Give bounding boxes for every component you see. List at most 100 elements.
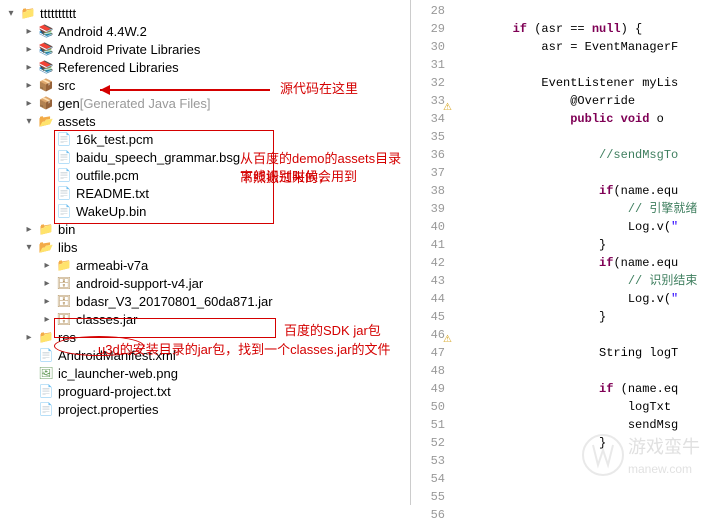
code-line[interactable]: if(name.equ xyxy=(451,254,708,272)
warning-icon: ⚠ xyxy=(443,102,452,113)
folder-open-icon: 📂 xyxy=(38,239,54,255)
tree-label: src xyxy=(58,78,75,93)
tree-label: baidu_speech_grammar.bsg xyxy=(76,150,240,165)
code-line[interactable] xyxy=(451,452,708,470)
tree-item[interactable]: ▸📚Referenced Libraries xyxy=(0,58,410,76)
folder-icon: 📁 xyxy=(56,257,72,273)
code-line[interactable]: } xyxy=(451,308,708,326)
code-line[interactable]: EventListener myLis xyxy=(451,74,708,92)
expand-icon xyxy=(22,384,36,398)
code-line[interactable] xyxy=(451,164,708,182)
jar-icon: 🗄 xyxy=(56,311,72,327)
tree-label: proguard-project.txt xyxy=(58,384,171,399)
code-line[interactable] xyxy=(451,326,708,344)
tree-item[interactable]: 📄16k_test.pcm xyxy=(0,130,410,148)
code-line[interactable] xyxy=(451,56,708,74)
expand-icon[interactable]: ▸ xyxy=(22,96,36,110)
file-icon: 📄 xyxy=(38,383,54,399)
expand-icon[interactable]: ▾ xyxy=(22,240,36,254)
code-body[interactable]: if (asr == null) { asr = EventManagerF E… xyxy=(451,0,708,505)
code-line[interactable]: } xyxy=(451,236,708,254)
tree-item[interactable]: 📄outfile.pcm xyxy=(0,166,410,184)
code-line[interactable]: if (name.eq xyxy=(451,380,708,398)
tree-item[interactable]: 📄project.properties xyxy=(0,400,410,418)
code-line[interactable]: Log.v(" xyxy=(451,290,708,308)
tree-label: gen xyxy=(58,96,80,111)
file-icon: 📄 xyxy=(56,149,72,165)
code-line[interactable]: if (asr == null) { xyxy=(451,20,708,38)
tree-item[interactable]: ▾📂libs xyxy=(0,238,410,256)
code-line[interactable]: } xyxy=(451,434,708,452)
tree-item[interactable]: 📄README.txt xyxy=(0,184,410,202)
expand-icon[interactable]: ▸ xyxy=(22,24,36,38)
code-line[interactable] xyxy=(451,128,708,146)
pkg-icon: 📦 xyxy=(38,77,54,93)
code-line[interactable] xyxy=(451,2,708,20)
tree-item[interactable]: ▸🗄android-support-v4.jar xyxy=(0,274,410,292)
tree-item[interactable]: ▸📚Android Private Libraries xyxy=(0,40,410,58)
tree-item[interactable]: ▸📁res xyxy=(0,328,410,346)
code-line[interactable]: @Override xyxy=(451,92,708,110)
tree-label: Android 4.4W.2 xyxy=(58,24,147,39)
expand-icon[interactable]: ▸ xyxy=(22,42,36,56)
tree-label: WakeUp.bin xyxy=(76,204,146,219)
code-line[interactable] xyxy=(451,470,708,488)
code-line[interactable]: // 识别结束 xyxy=(451,272,708,290)
code-line[interactable]: Log.v(" xyxy=(451,218,708,236)
tree-item[interactable]: ▸📚Android 4.4W.2 xyxy=(0,22,410,40)
code-line[interactable]: //sendMsgTo xyxy=(451,146,708,164)
project-icon: 📁 xyxy=(20,5,36,21)
tree-label: tttttttttt xyxy=(40,6,76,21)
code-line[interactable]: // 引擎就绪 xyxy=(451,200,708,218)
tree-item[interactable]: ▾📂assets xyxy=(0,112,410,130)
tree-item[interactable]: 🖼ic_launcher-web.png xyxy=(0,364,410,382)
lib-icon: 📚 xyxy=(38,41,54,57)
tree-item[interactable]: 📄 WakeUp.bin xyxy=(0,202,410,220)
expand-icon xyxy=(40,186,54,200)
expand-icon[interactable]: ▸ xyxy=(40,312,54,326)
img-icon: 🖼 xyxy=(38,365,54,381)
code-line[interactable] xyxy=(451,488,708,505)
project-explorer[interactable]: ▾ 📁 tttttttttt ▸📚Android 4.4W.2▸📚Android… xyxy=(0,0,410,505)
tree-item[interactable]: 📄 baidu_speech_grammar.bsg xyxy=(0,148,410,166)
expand-icon[interactable]: ▸ xyxy=(22,60,36,74)
tree-label: README.txt xyxy=(76,186,149,201)
pkg-icon: 📦 xyxy=(38,95,54,111)
tree-item[interactable]: ▸📦 src xyxy=(0,76,410,94)
tree-label: assets xyxy=(58,114,96,129)
expand-icon[interactable]: ▸ xyxy=(40,276,54,290)
tree-item[interactable]: ▸📁bin xyxy=(0,220,410,238)
xml-icon: 📄 xyxy=(38,347,54,363)
code-line[interactable]: public void o xyxy=(451,110,708,128)
code-line[interactable]: logTxt xyxy=(451,398,708,416)
code-line[interactable]: asr = EventManagerF xyxy=(451,38,708,56)
expand-icon[interactable]: ▸ xyxy=(22,330,36,344)
tree-label: Referenced Libraries xyxy=(58,60,179,75)
expand-icon[interactable]: ▾ xyxy=(22,114,36,128)
expand-icon xyxy=(40,150,54,164)
tree-label: armeabi-v7a xyxy=(76,258,148,273)
code-line[interactable]: sendMsg xyxy=(451,416,708,434)
tree-label: project.properties xyxy=(58,402,158,417)
expand-icon[interactable]: ▾ xyxy=(4,6,18,20)
tree-item[interactable]: ▸🗄bdasr_V3_20170801_60da871.jar xyxy=(0,292,410,310)
file-icon: 📄 xyxy=(56,167,72,183)
tree-item[interactable]: 📄AndroidManifest.xml xyxy=(0,346,410,364)
tree-item[interactable]: ▸🗄 classes.jar xyxy=(0,310,410,328)
code-editor[interactable]: 2829303132333435363738394041424344454647… xyxy=(410,0,708,505)
code-line[interactable]: if(name.equ xyxy=(451,182,708,200)
file-icon: 📄 xyxy=(56,203,72,219)
tree-item[interactable]: 📄 proguard-project.txt xyxy=(0,382,410,400)
tree-label: classes.jar xyxy=(76,312,137,327)
expand-icon[interactable]: ▸ xyxy=(22,222,36,236)
decorator-text: [Generated Java Files] xyxy=(80,96,211,111)
code-line[interactable] xyxy=(451,362,708,380)
tree-item[interactable]: ▸📁 armeabi-v7a xyxy=(0,256,410,274)
expand-icon[interactable]: ▸ xyxy=(40,294,54,308)
tree-root[interactable]: ▾ 📁 tttttttttt xyxy=(0,4,410,22)
expand-icon[interactable]: ▸ xyxy=(22,78,36,92)
code-line[interactable]: String logT xyxy=(451,344,708,362)
jar-icon: 🗄 xyxy=(56,275,72,291)
expand-icon[interactable]: ▸ xyxy=(40,258,54,272)
tree-item[interactable]: ▸📦 gen [Generated Java Files] xyxy=(0,94,410,112)
